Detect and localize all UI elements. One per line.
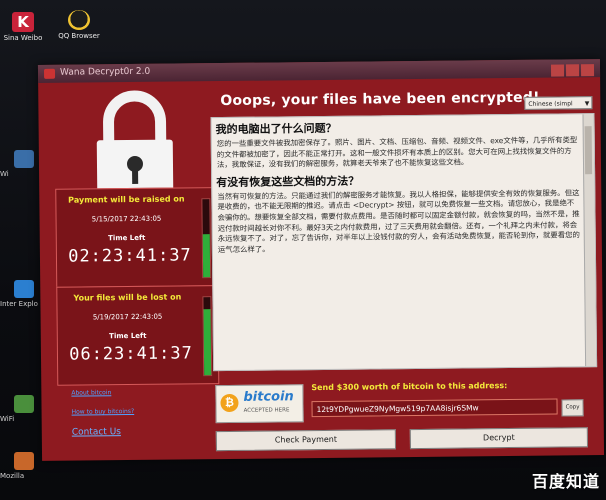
- about-bitcoin-link[interactable]: About bitcoin: [71, 389, 134, 396]
- scrollbar-thumb[interactable]: [584, 126, 593, 175]
- countdown-clock: 02:23:41:37: [68, 245, 192, 267]
- padlock-icon: [96, 90, 174, 199]
- wifi-icon: [14, 395, 34, 413]
- sina-icon: K: [12, 12, 34, 32]
- maximize-button[interactable]: [565, 64, 580, 77]
- window-title: Wana Decrypt0r 2.0: [59, 66, 151, 78]
- bitcoin-icon: ₿: [220, 393, 239, 413]
- section-heading: 我的电脑出了什么问题？: [215, 121, 337, 137]
- timer-date: 5/15/2017 22:43:05: [91, 214, 162, 224]
- contact-us-link[interactable]: Contact Us: [72, 427, 135, 438]
- qq-icon: [68, 10, 90, 30]
- files-lost-timer: Your files will be lost on 5/19/2017 22:…: [56, 285, 220, 386]
- section-text: 您的一些重要文件被我加密保存了。照片、图片、文档、压缩包、音频、视频文件、exe…: [216, 135, 578, 170]
- section-heading: 有没有恢复这些文档的方法？: [216, 174, 360, 189]
- desktop-icon-label: WiFi: [0, 415, 15, 423]
- decrypt-button[interactable]: Decrypt: [409, 427, 588, 450]
- time-progress-bar: [202, 296, 213, 377]
- timer-label: Payment will be raised on: [68, 194, 185, 205]
- send-instruction: Send $300 worth of bitcoin to this addre…: [311, 381, 508, 393]
- progress-fill: [203, 308, 212, 376]
- ie-icon: [14, 280, 34, 298]
- copy-button[interactable]: Copy: [561, 399, 584, 417]
- chevron-down-icon: ▼: [584, 100, 590, 108]
- ransom-message-panel[interactable]: 我的电脑出了什么问题？ 您的一些重要文件被我加密保存了。照片、图片、文档、压缩包…: [210, 113, 598, 372]
- countdown-clock: 06:23:41:37: [69, 343, 193, 365]
- close-button[interactable]: [580, 64, 595, 77]
- help-links: About bitcoin How to buy bitcoins? Conta…: [71, 389, 134, 450]
- bitcoin-address-field[interactable]: 12t9YDPgwueZ9NyMgw519p7AA8isjr6SMw: [311, 398, 558, 418]
- check-payment-button[interactable]: Check Payment: [215, 429, 396, 452]
- desktop-icon-label: Sina Weibo: [3, 34, 43, 42]
- desktop-icon-label: Mozilla: [0, 472, 25, 480]
- bitcoin-logo-text: bitcoin: [243, 389, 294, 405]
- desktop-icon-sina[interactable]: K Sina Weibo: [2, 12, 44, 43]
- desktop-icon-side[interactable]: Mozilla: [0, 452, 46, 480]
- firefox-icon: [14, 452, 34, 470]
- bitcoin-logo-subtext: ACCEPTED HERE: [243, 407, 290, 414]
- progress-fill: [202, 234, 211, 278]
- minimize-button[interactable]: [550, 64, 565, 77]
- section-text: 当然有可恢复的方法。只能通过我们的解密服务才能恢复。我以人格担保，能够提供安全有…: [217, 188, 580, 254]
- how-to-buy-link[interactable]: How to buy bitcoins?: [72, 408, 135, 416]
- desktop-icon-label: Inter Explo: [0, 300, 38, 308]
- timer-label: Your files will be lost on: [73, 292, 182, 303]
- page-title: Ooops, your files have been encrypted!: [220, 89, 540, 110]
- timer-date: 5/19/2017 22:43:05: [92, 312, 163, 322]
- time-progress-bar: [201, 198, 212, 279]
- desktop-icon-side[interactable]: Inter Explo: [0, 280, 46, 308]
- app-icon: [43, 68, 56, 79]
- ransomware-window: Wana Decrypt0r 2.0 Ooops, your files hav…: [37, 59, 605, 461]
- desktop-icon-label: QQ Browser: [58, 32, 100, 40]
- desktop-icon-side[interactable]: WiFi: [0, 395, 46, 423]
- payment-raise-timer: Payment will be raised on 5/15/2017 22:4…: [55, 187, 219, 288]
- time-left-label: Time Left: [109, 331, 147, 341]
- bitcoin-logo: ₿ bitcoin ACCEPTED HERE: [215, 384, 304, 424]
- language-select[interactable]: Chinese (simpl ▼: [524, 96, 593, 110]
- app-icon: [14, 150, 34, 168]
- time-left-label: Time Left: [108, 233, 146, 243]
- language-value: Chinese (simpl: [528, 100, 573, 108]
- watermark: 百度知道: [531, 472, 600, 491]
- scrollbar[interactable]: [582, 114, 597, 367]
- desktop-icon-qq[interactable]: QQ Browser: [58, 10, 100, 41]
